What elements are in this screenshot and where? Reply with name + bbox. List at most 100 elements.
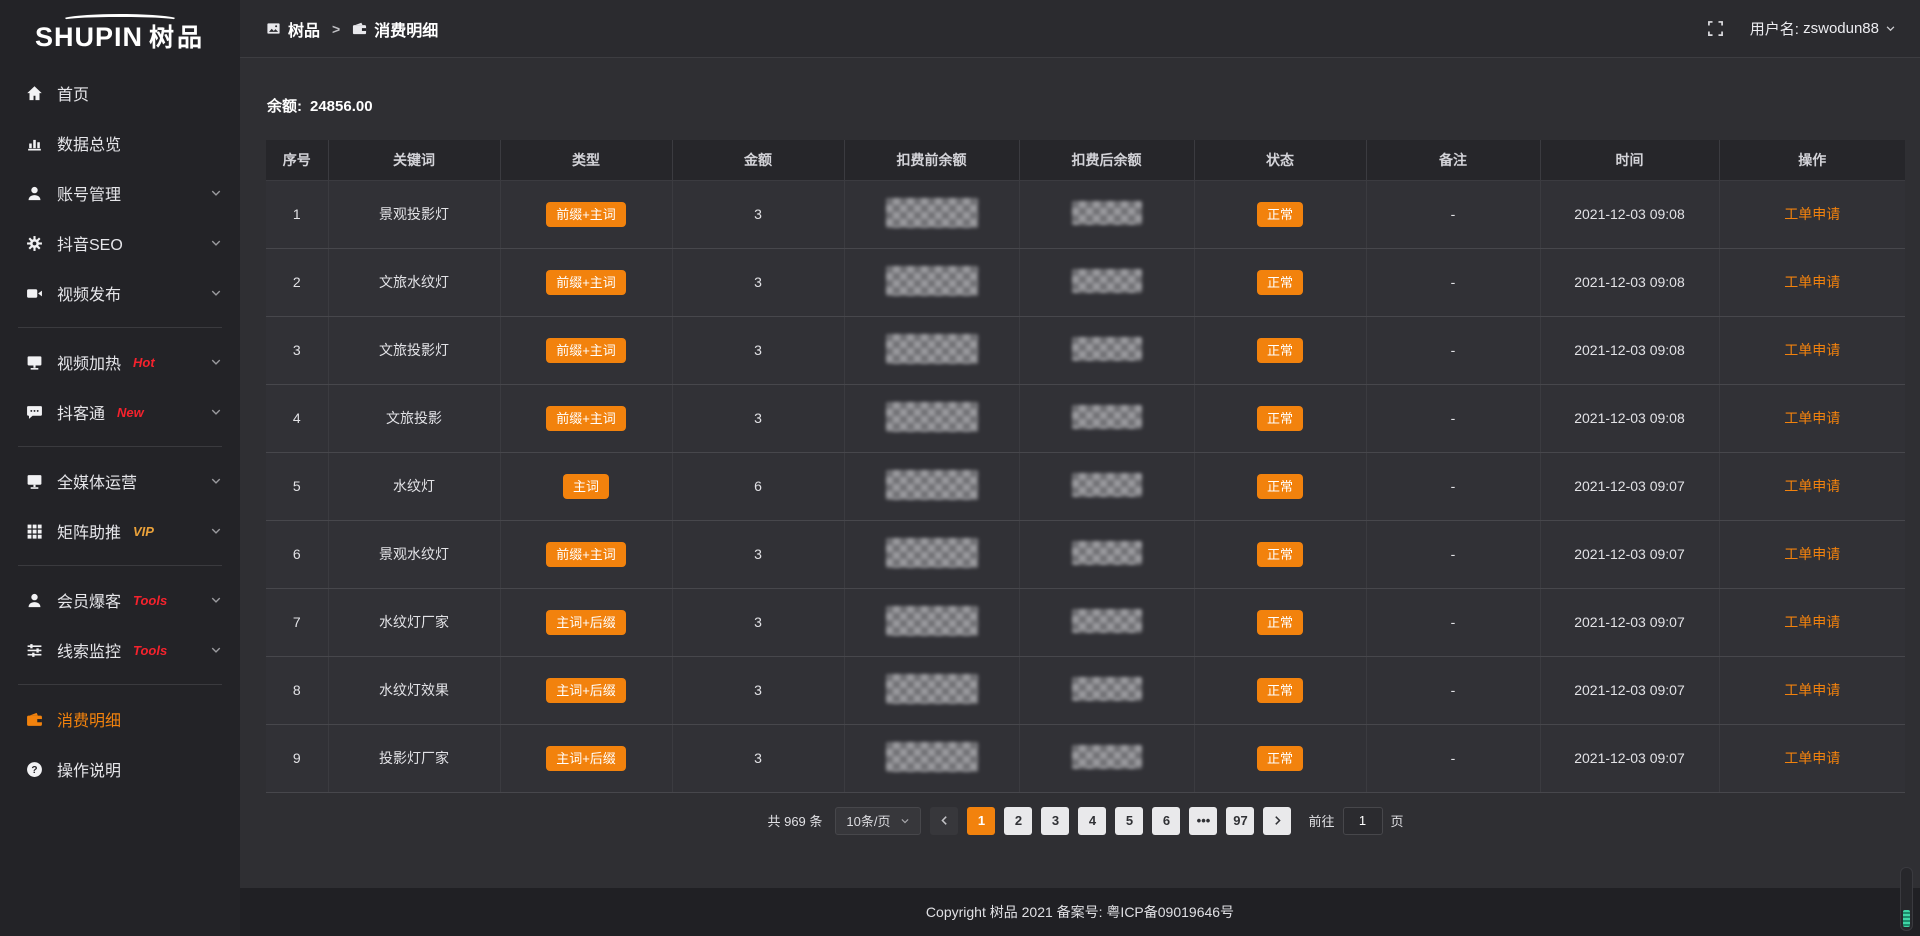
sidebar-item-heat[interactable]: 视频加热Hot	[0, 337, 240, 387]
cell-action: 工单申请	[1719, 384, 1905, 452]
status-badge: 正常	[1257, 542, 1303, 567]
sidebar-item-label: 全媒体运营	[57, 469, 137, 493]
sidebar-item-label: 会员爆客	[57, 588, 121, 612]
heat-icon	[26, 354, 43, 371]
page-button-2[interactable]: 2	[1004, 807, 1032, 835]
page-button-5[interactable]: 5	[1115, 807, 1143, 835]
cell-keyword: 文旅水纹灯	[328, 248, 500, 316]
sidebar-item-grid[interactable]: 矩阵助推VIP	[0, 506, 240, 556]
cell-remark: -	[1366, 588, 1540, 656]
page-button-1[interactable]: 1	[967, 807, 995, 835]
sidebar-item-chat[interactable]: 抖客通New	[0, 387, 240, 437]
page-size-select[interactable]: 10条/页	[835, 807, 921, 835]
prev-page-button[interactable]	[930, 807, 958, 835]
cell-index: 9	[266, 724, 328, 792]
ticket-apply-link[interactable]: 工单申请	[1784, 410, 1840, 426]
sidebar: SHUPIN树品 首页数据总览账号管理抖音SEO 视频发布视频加热Hot抖客通Ne…	[0, 0, 240, 936]
ticket-apply-link[interactable]: 工单申请	[1784, 546, 1840, 562]
sidebar-item-home[interactable]: 首页	[0, 68, 240, 118]
sidebar-item-wallet[interactable]: 消费明细	[0, 694, 240, 744]
cell-keyword: 水纹灯	[328, 452, 500, 520]
chevron-down-icon	[210, 287, 222, 299]
cell-action: 工单申请	[1719, 656, 1905, 724]
type-badge: 前缀+主词	[546, 270, 626, 295]
monitor-icon	[26, 473, 43, 490]
redacted-value	[886, 334, 978, 364]
cell-time: 2021-12-03 09:07	[1540, 520, 1719, 588]
cell-action: 工单申请	[1719, 588, 1905, 656]
ticket-apply-link[interactable]: 工单申请	[1784, 750, 1840, 766]
sidebar-item-question[interactable]: ?操作说明	[0, 744, 240, 794]
cell-status: 正常	[1194, 588, 1366, 656]
scrollbar-thumb[interactable]	[1903, 910, 1910, 927]
logo-text: SHUPIN树品	[35, 24, 205, 51]
cell-post-balance	[1019, 452, 1194, 520]
menu-divider	[18, 327, 222, 328]
chevron-down-icon	[210, 187, 222, 199]
cell-status: 正常	[1194, 452, 1366, 520]
sidebar-item-sliders[interactable]: 线索监控Tools	[0, 625, 240, 675]
ticket-apply-link[interactable]: 工单申请	[1784, 206, 1840, 222]
page-scrollbar[interactable]	[1900, 867, 1913, 931]
cell-pre-balance	[844, 248, 1019, 316]
user-menu[interactable]: 用户名: zswodun88	[1750, 18, 1896, 39]
goto-label: 前往	[1308, 811, 1334, 830]
logo-cn: 树品	[149, 24, 205, 52]
sliders-icon	[26, 642, 43, 659]
cell-pre-balance	[844, 180, 1019, 248]
sidebar-item-tag: Tools	[133, 643, 167, 658]
breadcrumb-item[interactable]: 树品	[266, 17, 320, 41]
chevron-down-icon	[210, 237, 222, 249]
goto-page: 前往 页	[1308, 807, 1403, 835]
fullscreen-icon[interactable]	[1707, 20, 1724, 37]
sidebar-item-gear[interactable]: 抖音SEO	[0, 218, 240, 268]
sidebar-item-tag: Hot	[133, 355, 155, 370]
wallet-icon	[26, 711, 43, 728]
gear-icon	[26, 235, 43, 252]
ticket-apply-link[interactable]: 工单申请	[1784, 274, 1840, 290]
balance-label: 余额:	[267, 98, 302, 115]
redacted-value	[886, 402, 978, 432]
page-button-3[interactable]: 3	[1041, 807, 1069, 835]
page-ellipsis-button[interactable]: •••	[1189, 807, 1217, 835]
table-row: 1景观投影灯前缀+主词3正常-2021-12-03 09:08工单申请	[266, 180, 1905, 248]
cell-type: 前缀+主词	[500, 316, 672, 384]
redacted-value	[1072, 677, 1142, 701]
page-button-4[interactable]: 4	[1078, 807, 1106, 835]
cell-time: 2021-12-03 09:08	[1540, 180, 1719, 248]
page-button-6[interactable]: 6	[1152, 807, 1180, 835]
ticket-apply-link[interactable]: 工单申请	[1784, 478, 1840, 494]
breadcrumb-item[interactable]: 消费明细	[352, 17, 438, 41]
sidebar-item-chart[interactable]: 数据总览	[0, 118, 240, 168]
sidebar-item-tag: Tools	[133, 593, 167, 608]
cell-remark: -	[1366, 180, 1540, 248]
sidebar-item-video[interactable]: 视频发布	[0, 268, 240, 318]
redacted-value	[886, 538, 978, 568]
sidebar-item-monitor[interactable]: 全媒体运营	[0, 456, 240, 506]
cell-status: 正常	[1194, 656, 1366, 724]
cell-index: 3	[266, 316, 328, 384]
page-buttons: 123456 ••• 97	[967, 807, 1254, 835]
cell-pre-balance	[844, 452, 1019, 520]
breadcrumb-label: 消费明细	[374, 17, 438, 41]
video-icon	[26, 285, 43, 302]
sidebar-item-member[interactable]: 会员爆客 Tools	[0, 575, 240, 625]
cell-type: 主词+后缀	[500, 656, 672, 724]
ticket-apply-link[interactable]: 工单申请	[1784, 614, 1840, 630]
page-button-97[interactable]: 97	[1226, 807, 1254, 835]
cell-amount: 6	[672, 452, 844, 520]
next-page-button[interactable]	[1263, 807, 1291, 835]
sidebar-item-label: 视频发布	[57, 281, 121, 305]
ticket-apply-link[interactable]: 工单申请	[1784, 682, 1840, 698]
sidebar-item-user[interactable]: 账号管理	[0, 168, 240, 218]
goto-page-input[interactable]	[1343, 807, 1383, 835]
consumption-table: 序号关键词类型金额扣费前余额扣费后余额状态备注时间操作 1景观投影灯前缀+主词3…	[266, 140, 1905, 793]
username: zswodun88	[1803, 20, 1879, 37]
ticket-apply-link[interactable]: 工单申请	[1784, 342, 1840, 358]
menu-divider	[18, 684, 222, 685]
status-badge: 正常	[1257, 338, 1303, 363]
column-header: 序号	[266, 140, 328, 180]
redacted-value	[1072, 405, 1142, 429]
topbar: 树品>消费明细 用户名: zswodun88	[240, 0, 1920, 58]
cell-action: 工单申请	[1719, 520, 1905, 588]
